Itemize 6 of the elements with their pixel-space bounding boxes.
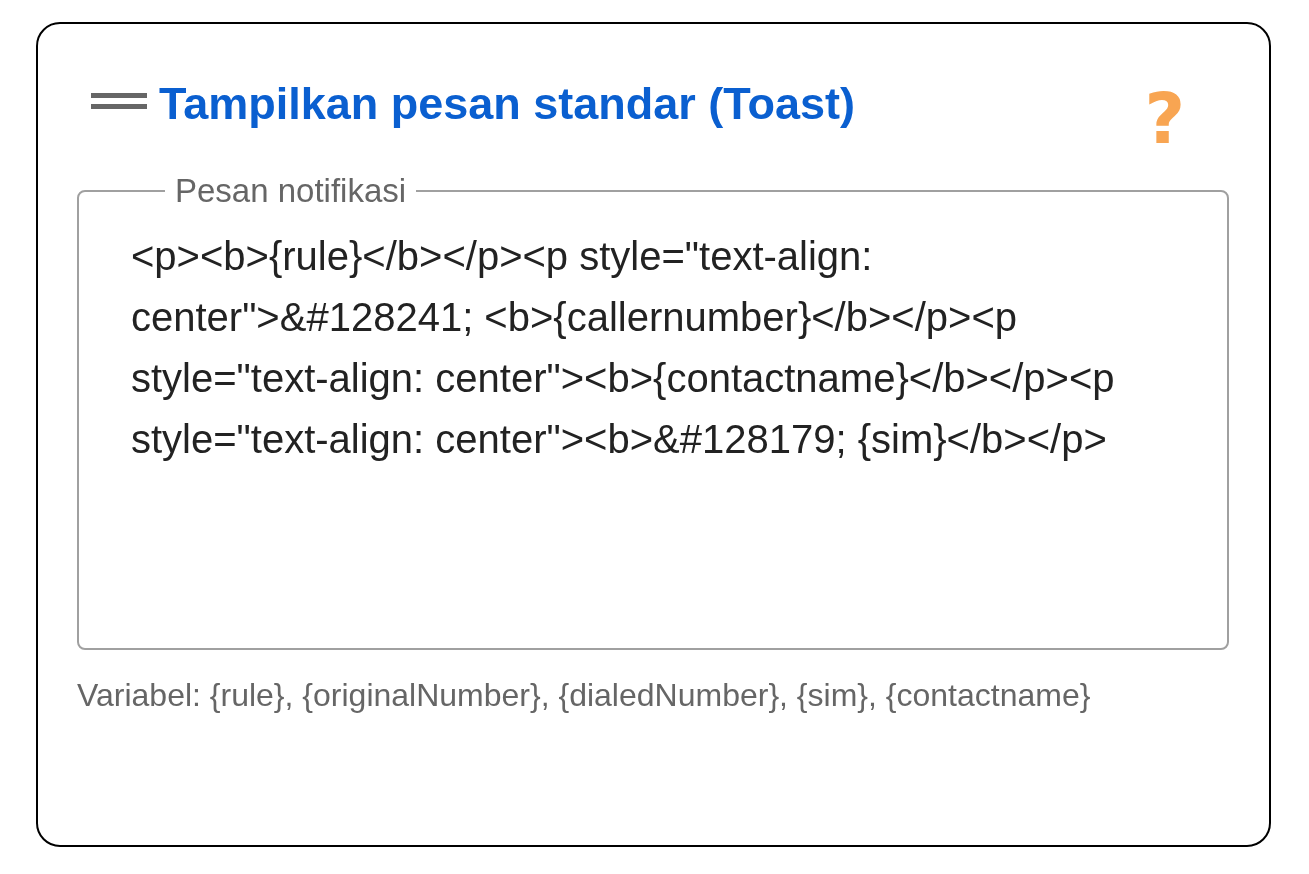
field-label: Pesan notifikasi: [174, 172, 408, 210]
drag-handle-icon[interactable]: [91, 92, 147, 110]
help-button[interactable]: ?: [1144, 84, 1185, 154]
helper-text: Variabel: {rule}, {originalNumber}, {dialedNumber}, {sim}, {contactname}: [77, 676, 1092, 715]
section-title: Tampilkan pesan standar (Toast): [159, 78, 855, 130]
field-value: <p><b>{rule}</b></p><p style="text-align: center">&#128241; <b>{callernumber}</b></p><p style="text-align: center"><b>{contactname}</b></p><p style="text-align: center"><b>&#128179; {sim}</b></p>: [131, 233, 1116, 463]
